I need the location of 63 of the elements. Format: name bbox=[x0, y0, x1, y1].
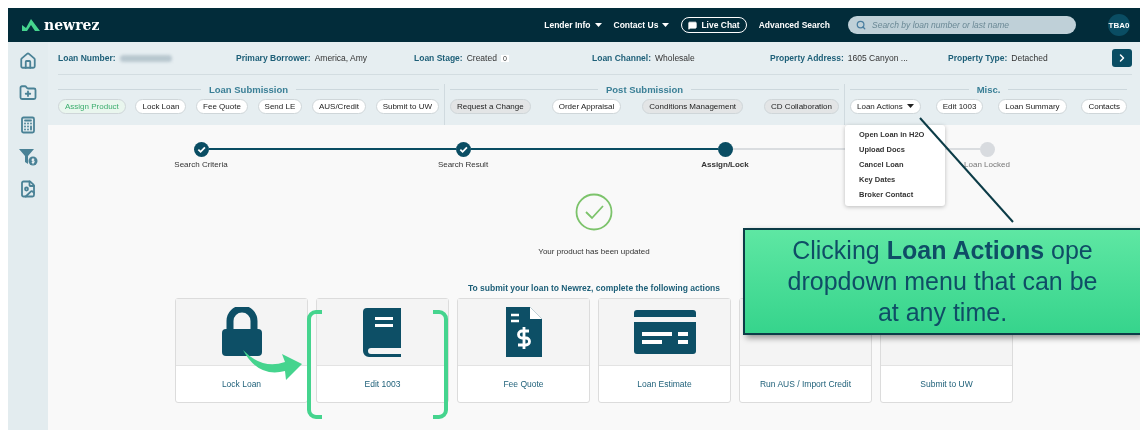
action-button[interactable]: Edit 1003 bbox=[935, 99, 984, 114]
caret-icon bbox=[662, 22, 670, 28]
success-message: Your product has been updated bbox=[538, 247, 650, 256]
field-label: Primary Borrower: bbox=[236, 53, 311, 63]
action-card[interactable]: Edit 1003 bbox=[316, 298, 449, 403]
action-card[interactable]: Loan Estimate bbox=[598, 298, 731, 403]
nav-menu[interactable]: Lender Info bbox=[544, 20, 602, 30]
caret-icon bbox=[906, 104, 914, 109]
field-value: Created bbox=[466, 53, 497, 63]
document-icon[interactable] bbox=[19, 180, 37, 198]
step-label: Loan Locked bbox=[964, 160, 1010, 169]
action-button[interactable]: AUS/Credit bbox=[311, 99, 366, 114]
field-label: Loan Stage: bbox=[414, 53, 463, 63]
curved-arrow bbox=[243, 350, 302, 380]
field-value: 1605 Canyon ... bbox=[847, 53, 908, 63]
section-title: Post Submission bbox=[605, 84, 684, 95]
card-label: Run AUS / Import Credit bbox=[759, 379, 852, 389]
field-value: Detached bbox=[1011, 53, 1048, 63]
section-title: Loan Submission bbox=[208, 84, 289, 95]
field-label: Property Type: bbox=[948, 53, 1008, 63]
card-label: Lock Loan bbox=[221, 379, 262, 389]
action-button[interactable]: Send LE bbox=[257, 99, 303, 114]
logo-text: newrez bbox=[44, 17, 100, 33]
search-field[interactable]: Search by loan number or last name bbox=[848, 16, 1076, 34]
step-label: Assign/Lock bbox=[701, 160, 749, 169]
field-label: Loan Channel: bbox=[592, 53, 652, 63]
funnel-dollar-icon[interactable] bbox=[18, 148, 38, 166]
new-folder-icon[interactable] bbox=[19, 84, 37, 102]
nav-link[interactable]: Advanced Search bbox=[758, 20, 830, 30]
success-check-icon bbox=[575, 193, 613, 231]
instructions-text: To submit your loan to Newrez, complete the following actions bbox=[468, 283, 720, 293]
action-button[interactable]: Contacts bbox=[1081, 99, 1127, 114]
logo-mark-icon bbox=[22, 19, 40, 31]
search-icon bbox=[856, 20, 866, 30]
dollar-document-icon bbox=[505, 307, 542, 357]
field-label: Loan Number: bbox=[58, 53, 116, 63]
action-button[interactable]: Loan Summary bbox=[998, 99, 1067, 114]
action-button[interactable]: Order Appraisal bbox=[551, 99, 622, 114]
card-label: Submit to UW bbox=[920, 379, 973, 389]
field-value: Wholesale bbox=[655, 53, 695, 63]
user-avatar[interactable]: TBA0 bbox=[1108, 14, 1130, 36]
card-label: Edit 1003 bbox=[364, 379, 401, 389]
action-button[interactable]: Submit to UW bbox=[375, 99, 439, 114]
nav-menu[interactable]: Contact Us bbox=[613, 20, 670, 30]
action-button[interactable]: Lock Loan bbox=[135, 99, 187, 114]
step-label: Search Result bbox=[437, 160, 489, 169]
newrez-logo[interactable]: newrez bbox=[22, 17, 100, 33]
caret-icon bbox=[594, 22, 602, 28]
next-button[interactable] bbox=[1112, 49, 1132, 67]
step-label: Search Criteria bbox=[174, 160, 228, 169]
home-icon[interactable] bbox=[19, 52, 37, 70]
action-button[interactable]: Loan Actions bbox=[850, 99, 921, 114]
field-value: America, Amy bbox=[314, 53, 368, 63]
card-icon bbox=[633, 310, 696, 354]
card-label: Fee Quote bbox=[503, 379, 544, 389]
card-label: Loan Estimate bbox=[637, 379, 692, 389]
chat-bubble-icon bbox=[688, 20, 698, 30]
calculator-icon[interactable] bbox=[19, 116, 37, 134]
action-card[interactable]: Fee Quote bbox=[457, 298, 590, 403]
action-button[interactable]: Fee Quote bbox=[196, 99, 248, 114]
section-title: Misc. bbox=[976, 84, 1001, 95]
field-label: Property Address: bbox=[770, 53, 844, 63]
action-card[interactable]: Lock Loan bbox=[175, 298, 308, 403]
